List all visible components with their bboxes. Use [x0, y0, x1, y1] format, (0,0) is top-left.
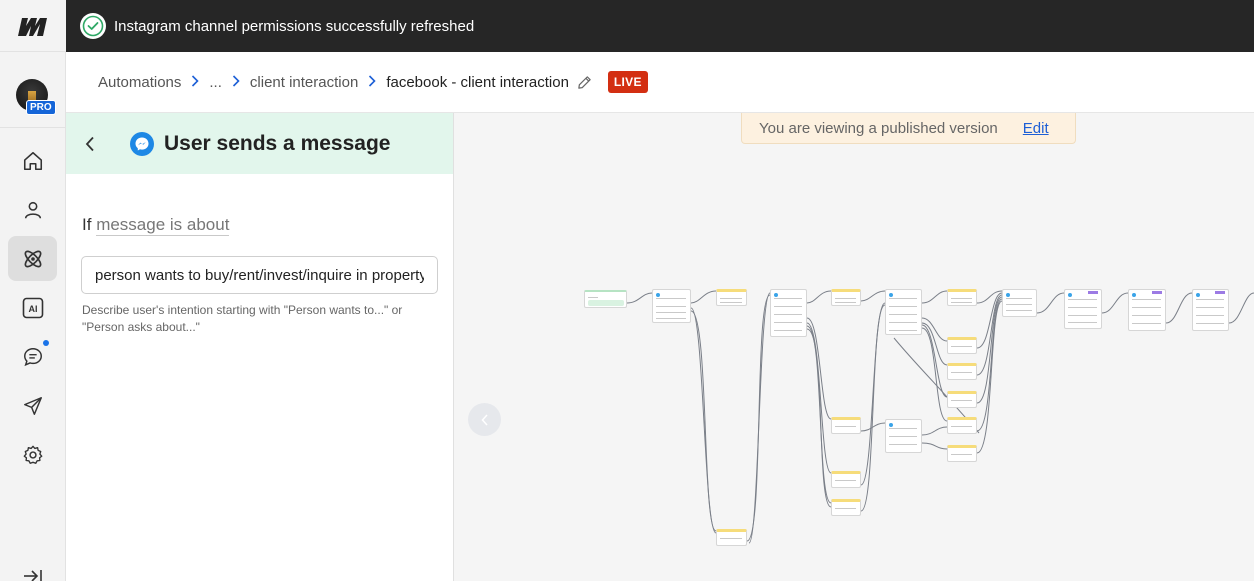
flow-node-condition[interactable]	[716, 529, 747, 546]
rail-divider	[0, 127, 66, 128]
condition-type-link[interactable]: message is about	[96, 215, 230, 236]
flow-canvas[interactable]: You are viewing a published version Edit	[454, 113, 1254, 581]
notification-dot	[43, 340, 49, 346]
collapse-rail-button[interactable]	[22, 568, 44, 581]
flow-node-message[interactable]	[885, 419, 922, 453]
flow-node-condition[interactable]	[831, 471, 861, 488]
rename-button[interactable]	[577, 75, 592, 90]
flow-node-condition[interactable]	[947, 337, 977, 354]
flow-node-condition[interactable]	[831, 417, 861, 434]
collapse-arrow-icon	[24, 570, 42, 581]
send-icon	[23, 396, 42, 415]
flow-node-message[interactable]	[1064, 289, 1102, 329]
flow-node-message[interactable]	[652, 289, 691, 323]
chevron-left-icon	[85, 136, 94, 151]
nav-automations[interactable]	[8, 236, 57, 281]
breadcrumb-folder[interactable]: client interaction	[250, 74, 358, 91]
status-badge: LIVE	[607, 71, 648, 93]
flow-node-message[interactable]	[1192, 289, 1229, 331]
if-label: If	[82, 215, 92, 234]
flow-node-trigger[interactable]	[584, 290, 627, 308]
intent-input[interactable]	[81, 256, 438, 294]
check-circle-icon	[80, 13, 106, 39]
flow-node-message[interactable]	[1002, 289, 1037, 317]
ai-icon: AI	[22, 297, 43, 318]
logo-icon	[18, 17, 47, 36]
flow-node-condition[interactable]	[716, 289, 747, 306]
condition-row: If message is about	[82, 215, 230, 236]
user-icon	[24, 201, 41, 218]
flow-node-condition[interactable]	[947, 363, 977, 380]
flow-node-condition[interactable]	[947, 289, 977, 306]
chevron-right-icon	[368, 74, 376, 90]
breadcrumb: Automations ... client interaction faceb…	[98, 71, 648, 93]
pro-badge: PRO	[26, 100, 56, 115]
trigger-panel: User sends a message If message is about…	[66, 113, 454, 581]
panel-header: User sends a message	[66, 113, 453, 174]
chevron-right-icon	[232, 74, 240, 90]
pencil-icon	[578, 75, 591, 89]
svg-text:AI: AI	[28, 304, 37, 314]
automations-icon	[24, 250, 41, 267]
flow-node-condition[interactable]	[947, 417, 977, 434]
flow-node-message[interactable]	[1128, 289, 1166, 331]
messenger-icon	[130, 131, 154, 156]
breadcrumb-ellipsis[interactable]: ...	[209, 74, 222, 91]
nav-rail: PRO AI	[0, 0, 66, 581]
intent-hint: Describe user's intention starting with …	[82, 303, 403, 334]
flow-node-condition[interactable]	[947, 391, 977, 408]
home-icon	[23, 151, 42, 170]
avatar[interactable]: PRO	[16, 79, 56, 115]
nav-broadcast[interactable]	[8, 383, 57, 428]
nav-chat[interactable]	[8, 334, 57, 379]
chevron-right-icon	[191, 74, 200, 90]
chat-icon	[23, 347, 42, 366]
toast-notification: Instagram channel permissions successful…	[66, 0, 1254, 52]
flow-node-message[interactable]	[885, 289, 922, 335]
breadcrumb-automations[interactable]: Automations	[98, 74, 181, 91]
logo[interactable]	[0, 0, 66, 52]
flow-node-condition[interactable]	[831, 499, 861, 516]
flow-node-condition[interactable]	[831, 289, 861, 306]
flow-node-message[interactable]	[770, 289, 807, 337]
toast-message: Instagram channel permissions successful…	[114, 17, 475, 35]
breadcrumb-current: facebook - client interaction	[386, 73, 569, 91]
app-window: PRO AI Instagram channel permissions suc…	[0, 0, 1254, 581]
panel-title: User sends a message	[164, 131, 391, 155]
flow-node-condition[interactable]	[947, 445, 977, 462]
settings-icon	[23, 445, 42, 464]
nav-ai[interactable]: AI	[8, 285, 57, 330]
nav-home[interactable]	[8, 138, 57, 183]
nav-settings[interactable]	[8, 432, 57, 477]
page-header: Automations ... client interaction faceb…	[66, 52, 1254, 113]
nav-contacts[interactable]	[8, 187, 57, 232]
back-button[interactable]	[80, 134, 100, 154]
